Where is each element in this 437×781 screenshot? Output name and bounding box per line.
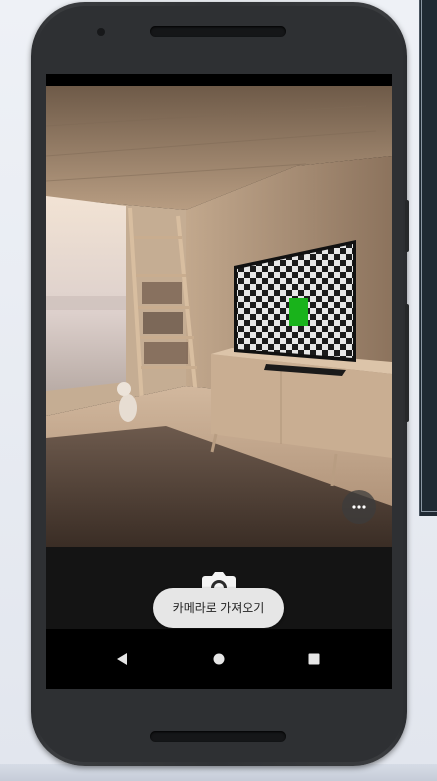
volume-button[interactable] <box>405 304 409 422</box>
nav-recents-button[interactable] <box>302 647 326 671</box>
toast-message: 카메라로 가져오기 <box>153 588 284 628</box>
top-speaker <box>150 26 286 37</box>
navigation-bar <box>46 629 392 689</box>
nav-home-icon <box>213 653 225 665</box>
nav-back-icon <box>117 653 127 665</box>
power-button[interactable] <box>405 200 409 252</box>
nav-back-button[interactable] <box>110 647 134 671</box>
desktop-panel-frame <box>421 0 437 512</box>
preview-image <box>46 86 392 547</box>
capture-bar: 카메라로 가져오기 <box>46 547 392 629</box>
nav-home-button[interactable] <box>207 647 231 671</box>
room-scene <box>46 86 392 547</box>
status-bar <box>46 74 392 86</box>
more-horizontal-icon <box>352 505 366 509</box>
phone-screen: 카메라로 가져오기 <box>46 74 392 689</box>
more-options-button[interactable] <box>342 490 376 524</box>
bottom-speaker <box>150 731 286 742</box>
desktop-bottom-strip <box>0 764 437 781</box>
nav-recents-icon <box>308 653 320 665</box>
front-camera <box>97 28 105 36</box>
tv-marker <box>289 298 308 326</box>
